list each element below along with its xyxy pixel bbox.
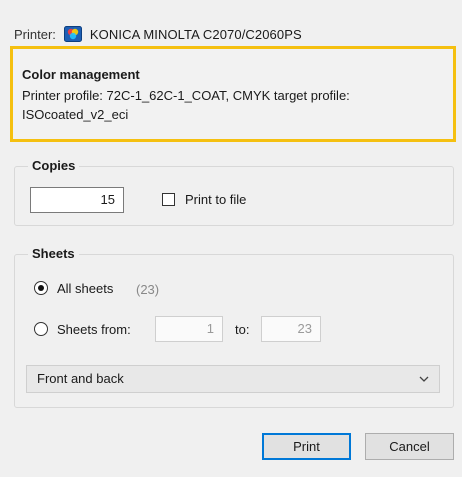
copies-group-title: Copies xyxy=(28,158,80,173)
all-sheets-label[interactable]: All sheets xyxy=(57,281,113,296)
sheets-from-label[interactable]: Sheets from: xyxy=(57,322,131,337)
printer-name: KONICA MINOLTA C2070/C2060PS xyxy=(89,26,302,42)
sheet-count: (23) xyxy=(136,282,160,297)
sheets-group-title: Sheets xyxy=(28,246,79,261)
color-management-target-profile: ISOcoated_v2_eci xyxy=(22,107,129,122)
copies-input[interactable]: 15 xyxy=(30,187,124,213)
color-printer-icon xyxy=(63,26,82,42)
radio-selected-dot xyxy=(38,285,44,291)
sheets-from-radio[interactable] xyxy=(34,322,48,336)
sheets-from-input[interactable]: 1 xyxy=(155,316,223,342)
print-to-file-label[interactable]: Print to file xyxy=(185,192,246,207)
printer-label: Printer: xyxy=(14,26,56,42)
printer-row: Printer: KONICA MINOLTA C2070/C2060PS xyxy=(14,26,302,42)
cancel-button[interactable]: Cancel xyxy=(365,433,454,460)
print-button[interactable]: Print xyxy=(262,433,351,460)
chevron-down-icon xyxy=(417,368,431,390)
sheets-to-label: to: xyxy=(235,322,250,337)
color-management-profile-line: Printer profile: 72C-1_62C-1_COAT, CMYK … xyxy=(22,88,350,103)
duplex-selected-value: Front and back xyxy=(37,371,124,386)
print-to-file-checkbox[interactable] xyxy=(162,193,175,206)
all-sheets-radio[interactable] xyxy=(34,281,48,295)
color-management-title: Color management xyxy=(22,67,140,82)
sheets-to-input[interactable]: 23 xyxy=(261,316,321,342)
duplex-select[interactable]: Front and back xyxy=(26,365,440,393)
